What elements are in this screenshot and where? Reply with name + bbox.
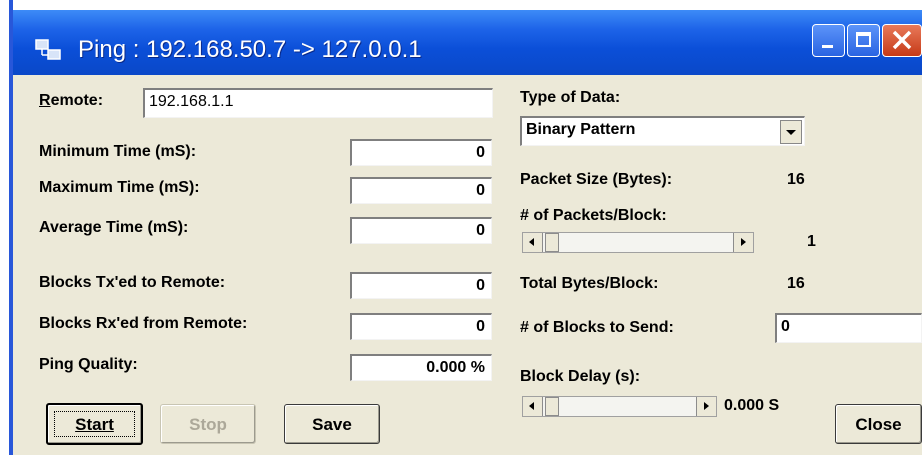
total-bytes-value: 16	[787, 275, 805, 292]
remote-input[interactable]: 192.168.1.1	[143, 88, 493, 118]
max-time-label: Maximum Time (mS):	[39, 179, 200, 196]
total-bytes-label: Total Bytes/Block:	[520, 275, 659, 292]
packet-size-label: Packet Size (Bytes):	[520, 171, 673, 188]
close-icon	[892, 30, 912, 50]
max-time-field: 0	[350, 177, 492, 204]
save-label: Save	[312, 415, 352, 434]
type-of-data-label: Type of Data:	[520, 89, 621, 106]
scroll-left-button[interactable]	[523, 233, 543, 252]
blocks-to-send-input[interactable]: 0	[775, 313, 922, 343]
blocks-tx-label: Blocks Tx'ed to Remote:	[39, 274, 226, 291]
packets-per-block-label: # of Packets/Block:	[520, 207, 667, 224]
avg-time-label: Average Time (mS):	[39, 219, 189, 236]
arrow-left-icon	[529, 402, 534, 410]
ping-quality-label: Ping Quality:	[39, 356, 138, 373]
ping-quality-field: 0.000 %	[350, 354, 492, 381]
arrow-right-icon	[741, 238, 746, 246]
close-window-button[interactable]	[882, 24, 922, 57]
blocks-rx-field: 0	[350, 313, 492, 340]
start-button[interactable]: Start	[46, 403, 143, 445]
delay-scroll-right-button[interactable]	[696, 397, 716, 416]
packets-per-block-slider[interactable]	[522, 232, 754, 253]
network-icon	[35, 39, 61, 60]
close-button[interactable]: Close	[835, 404, 922, 444]
delay-scroll-left-button[interactable]	[523, 397, 543, 416]
blocks-to-send-label: # of Blocks to Send:	[520, 319, 674, 336]
chevron-down-icon	[786, 130, 796, 135]
start-label: Start	[48, 415, 141, 435]
block-delay-value: 0.000 S	[724, 397, 780, 414]
remote-label: Remote:	[39, 92, 104, 109]
start-label-text: Start	[75, 415, 114, 434]
type-of-data-value: Binary Pattern	[526, 121, 636, 138]
dropdown-button[interactable]	[780, 120, 802, 144]
stop-button[interactable]: Stop	[160, 404, 256, 444]
arrow-left-icon	[529, 238, 534, 246]
title-bar[interactable]: Ping : 192.168.50.7 -> 127.0.0.1	[13, 10, 922, 75]
dialog-body: Remote: 192.168.1.1 Minimum Time (mS): 0…	[13, 75, 922, 455]
stop-label: Stop	[189, 415, 227, 434]
block-delay-slider[interactable]	[522, 396, 717, 417]
avg-time-field: 0	[350, 217, 492, 244]
close-label: Close	[855, 415, 902, 434]
min-time-field: 0	[350, 139, 492, 166]
packets-per-block-value: 1	[807, 233, 816, 250]
remote-label-rest: emote:	[50, 92, 104, 109]
save-button[interactable]: Save	[284, 404, 380, 444]
block-delay-label: Block Delay (s):	[520, 368, 641, 385]
scroll-right-button[interactable]	[733, 233, 753, 252]
min-time-label: Minimum Time (mS):	[39, 143, 197, 160]
maximize-icon	[856, 32, 871, 47]
window-title: Ping : 192.168.50.7 -> 127.0.0.1	[78, 36, 422, 63]
ping-window: Ping : 192.168.50.7 -> 127.0.0.1 Remote:…	[13, 0, 922, 455]
type-of-data-select[interactable]: Binary Pattern	[520, 116, 805, 146]
maximize-button[interactable]	[847, 24, 880, 57]
blocks-rx-label: Blocks Rx'ed from Remote:	[39, 315, 248, 332]
minimize-button[interactable]	[812, 24, 845, 57]
blocks-tx-field: 0	[350, 272, 492, 299]
delay-slider-thumb[interactable]	[545, 397, 559, 416]
top-strip	[13, 0, 922, 10]
packet-size-value: 16	[787, 171, 805, 188]
minimize-icon	[822, 45, 833, 48]
slider-thumb[interactable]	[545, 233, 559, 252]
arrow-right-icon	[704, 402, 709, 410]
